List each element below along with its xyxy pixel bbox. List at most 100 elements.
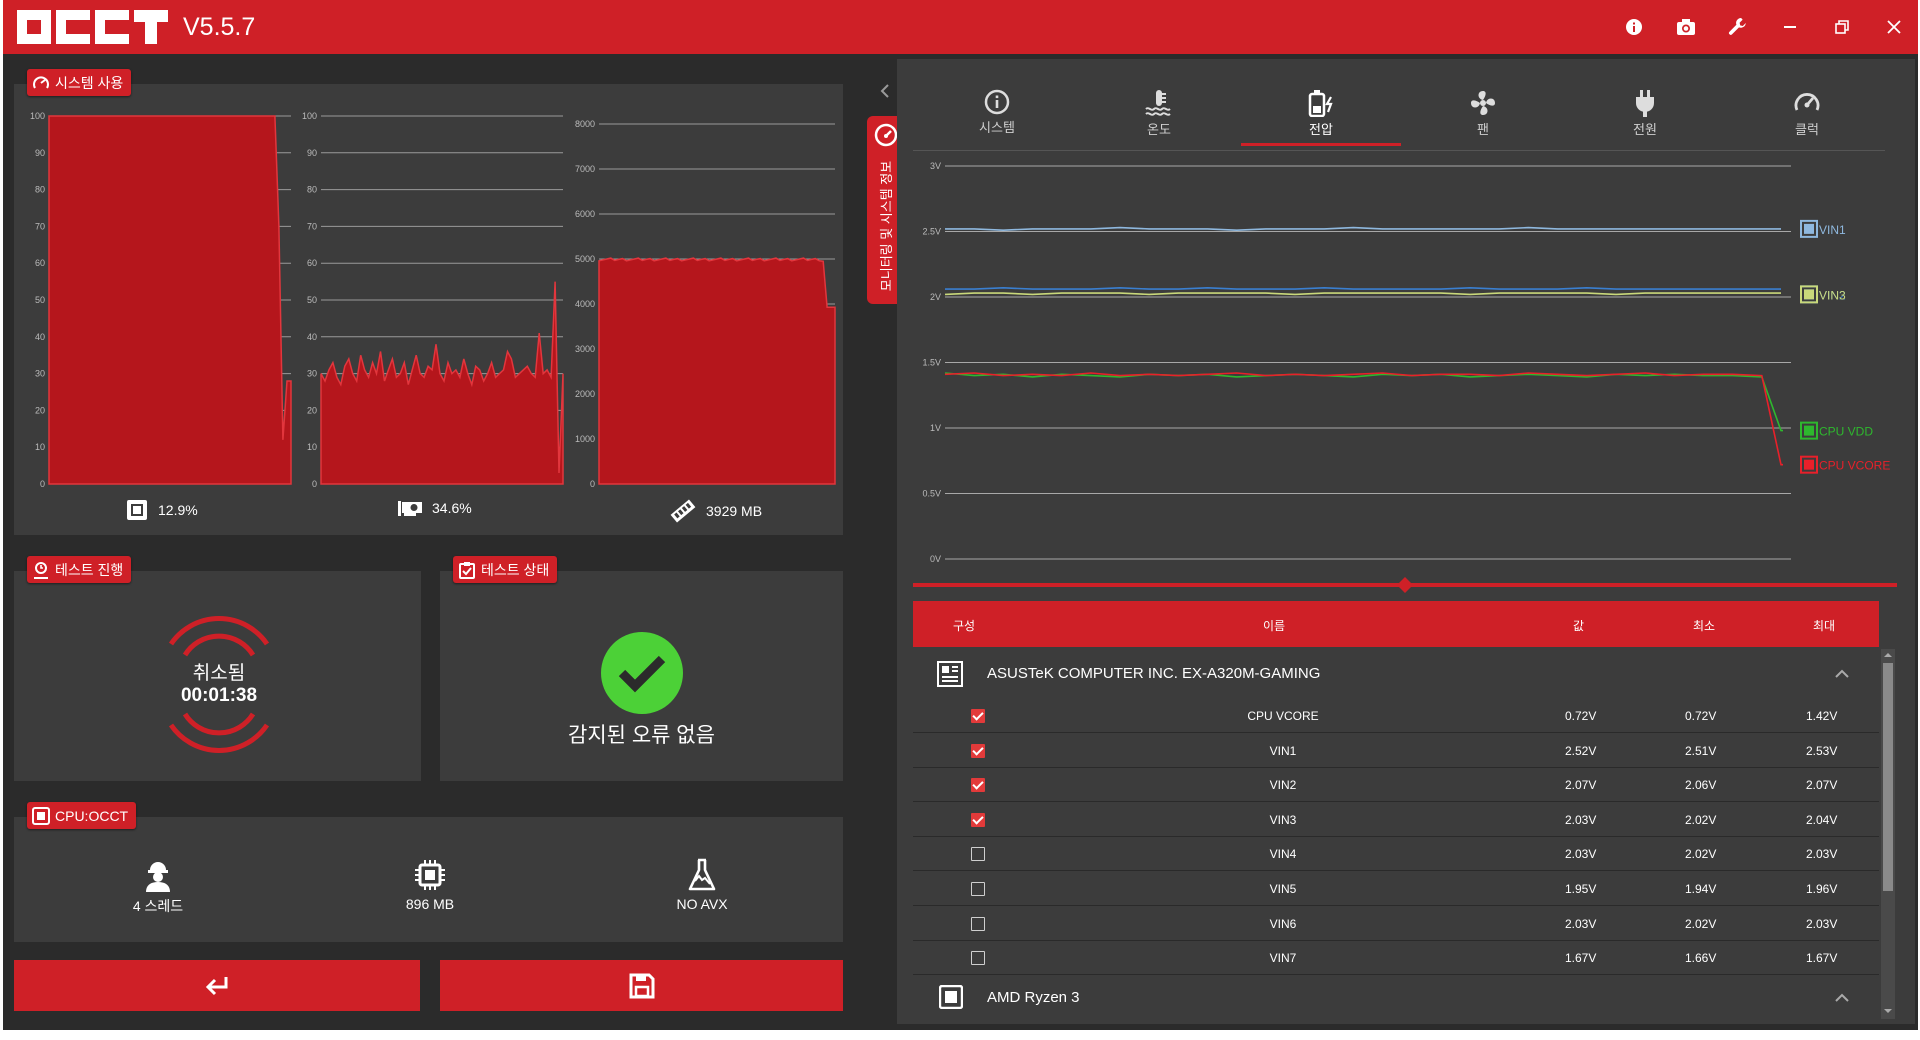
sensor-value: 2.52V xyxy=(1565,743,1597,758)
sensor-checkbox[interactable] xyxy=(971,916,985,931)
table-row[interactable]: VIN4 2.03V 2.02V 2.03V xyxy=(913,837,1879,872)
scrollbar-thumb[interactable] xyxy=(1883,663,1893,891)
memory-info: 896 MB xyxy=(330,858,530,912)
no-errors-message: 감지된 오류 없음 xyxy=(568,724,715,747)
test-progress-title: 테스트 진행 xyxy=(55,561,124,578)
y-tick-label: 50 xyxy=(35,295,45,305)
legend-label: VIN1 xyxy=(1819,223,1846,237)
table-row[interactable]: VIN3 2.03V 2.02V 2.04V xyxy=(913,803,1879,837)
y-tick-label: 10 xyxy=(35,442,45,452)
info-button[interactable] xyxy=(1621,14,1647,40)
sensor-max: 1.67V xyxy=(1806,951,1838,966)
return-button[interactable] xyxy=(14,960,420,1011)
group-motherboard-label: ASUSTeK COMPUTER INC. EX-A320M-GAMING xyxy=(987,665,1321,682)
table-row[interactable]: VIN6 2.03V 2.02V 2.03V xyxy=(913,907,1879,941)
usage-chart-ram: 8000 7000 6000 5000 4000 3000 2000 1000 0 xyxy=(575,119,836,489)
close-icon xyxy=(1887,20,1901,34)
legend-vin3: VIN3 xyxy=(1800,285,1846,304)
series-line-cpu-vdd xyxy=(944,372,1783,432)
cpu-small-icon xyxy=(32,806,50,825)
sensor-checkbox[interactable] xyxy=(971,882,985,896)
gpu-usage-stat: 34.6% xyxy=(398,499,472,517)
minimize-button[interactable] xyxy=(1777,14,1803,40)
legend-label: VIN3 xyxy=(1819,288,1846,302)
series-line-vin3 xyxy=(944,292,1781,296)
sensor-name: CPU VCORE xyxy=(1247,709,1319,723)
table-row[interactable]: VIN2 2.07V 2.06V 2.07V xyxy=(913,768,1879,803)
y-tick-label: 90 xyxy=(307,148,317,158)
system-usage-badge: 시스템 사용 xyxy=(27,69,132,96)
sensor-checkbox[interactable] xyxy=(971,743,985,758)
timeline-handle[interactable] xyxy=(1397,577,1413,593)
voltage-y-tick: 0.5V xyxy=(922,489,941,499)
y-tick-label: 70 xyxy=(35,221,45,231)
col-header-component: 구성 xyxy=(953,619,976,633)
group-cpu[interactable]: AMD Ryzen 3 xyxy=(913,973,1879,1023)
return-icon xyxy=(205,976,228,995)
y-tick-label: 3000 xyxy=(575,344,595,354)
clipboard-check-icon xyxy=(459,561,475,579)
y-tick-label: 0 xyxy=(312,479,317,489)
y-tick-label: 6000 xyxy=(575,209,595,219)
col-header-min: 최소 xyxy=(1693,619,1716,633)
y-tick-label: 0 xyxy=(590,479,595,489)
sensor-checkbox[interactable] xyxy=(971,812,985,827)
speedometer-icon xyxy=(874,123,898,147)
test-elapsed-time: 00:01:38 xyxy=(180,685,258,706)
sensor-name: VIN5 xyxy=(1269,882,1297,896)
sensor-checkbox[interactable] xyxy=(971,709,985,723)
screenshot-button[interactable] xyxy=(1673,14,1699,40)
settings-button[interactable] xyxy=(1725,14,1751,40)
sensor-checkbox[interactable] xyxy=(971,778,985,793)
table-row[interactable]: CPU VCORE 0.72V 0.72V 1.42V xyxy=(913,699,1879,733)
usage-chart-cpu: 1009080706050403020100 xyxy=(30,111,292,489)
close-button[interactable] xyxy=(1881,14,1907,40)
monitoring-panel: 시스템 온도 전압 팬 전원 클럭 3V 2.5V 2V 1.5V 1V 0.5V 0V VI… xyxy=(897,59,1915,1024)
table-scrollbar[interactable] xyxy=(1881,649,1895,1019)
sensor-checkbox[interactable] xyxy=(971,951,985,966)
worker-icon xyxy=(146,862,170,892)
y-tick-label: 40 xyxy=(307,332,317,342)
scroll-down-icon[interactable] xyxy=(1884,1007,1892,1015)
y-tick-label: 5000 xyxy=(575,254,595,264)
check-circle-icon xyxy=(601,632,683,714)
scroll-up-icon[interactable] xyxy=(1884,651,1892,659)
cpu-test-badge: CPU:OCCT xyxy=(27,802,137,829)
usage-charts: 1009080706050403020100100908070605040302… xyxy=(30,111,836,489)
y-tick-label: 40 xyxy=(35,332,45,342)
sensor-name: VIN7 xyxy=(1269,951,1297,966)
sensor-min: 1.94V xyxy=(1685,882,1717,896)
sensor-checkbox[interactable] xyxy=(971,847,985,862)
ram-usage-value: 3929 MB xyxy=(706,503,763,519)
sensor-value: 2.07V xyxy=(1565,778,1597,793)
y-tick-label: 70 xyxy=(307,221,317,231)
y-tick-label: 0 xyxy=(40,479,45,489)
legend-label: CPU VCORE xyxy=(1819,459,1890,473)
threads-label: 4 스레드 xyxy=(132,898,184,914)
sensor-min: 2.02V xyxy=(1685,812,1717,827)
voltage-chart: 3V2.5V2V1.5V1V0.5V0VVIN1VIN2VIN3CPU VDDC… xyxy=(913,161,1897,593)
table-row[interactable]: VIN5 1.95V 1.94V 1.96V xyxy=(913,872,1879,906)
y-tick-label: 4000 xyxy=(575,299,595,309)
legend-cpu-vcore: CPU VCORE xyxy=(1800,455,1890,474)
cpu-usage-stat: 12.9% xyxy=(126,499,198,521)
collapse-cpu-group-icon[interactable] xyxy=(1835,993,1849,1003)
sensor-name: VIN6 xyxy=(1269,916,1297,931)
y-tick-label: 100 xyxy=(302,111,317,121)
y-tick-label: 20 xyxy=(307,405,317,415)
y-tick-label: 80 xyxy=(307,185,317,195)
cpu-usage-value: 12.9% xyxy=(158,502,198,518)
y-tick-label: 10 xyxy=(307,442,317,452)
test-progress-badge: 테스트 진행 xyxy=(27,556,132,583)
sensor-min: 2.06V xyxy=(1685,778,1717,793)
collapse-group-icon[interactable] xyxy=(1835,669,1849,679)
table-row[interactable]: VIN1 2.52V 2.51V 2.53V xyxy=(913,734,1879,768)
y-tick-label: 100 xyxy=(30,111,45,121)
minimize-icon xyxy=(1784,26,1796,28)
collapse-chevron-icon[interactable] xyxy=(879,84,891,98)
group-motherboard[interactable]: ASUSTeK COMPUTER INC. EX-A320M-GAMING xyxy=(913,649,1879,699)
restore-button[interactable] xyxy=(1829,14,1855,40)
sensor-max: 2.03V xyxy=(1806,847,1838,862)
save-button[interactable] xyxy=(440,960,843,1011)
table-row[interactable]: VIN7 1.67V 1.66V 1.67V xyxy=(913,941,1879,976)
